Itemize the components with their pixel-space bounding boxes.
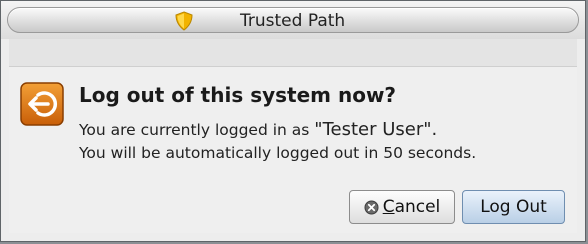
cancel-label: Cancel — [383, 197, 441, 217]
message-line-1: You are currently logged in as "Tester U… — [79, 119, 437, 140]
cancel-label-rest: ancel — [394, 197, 441, 217]
cancel-mnemonic: C — [382, 197, 395, 217]
dialog-window: Trusted Path Log out of this system now?… — [0, 0, 586, 242]
title-bar[interactable]: Trusted Path — [1, 1, 585, 39]
message-line-2: You will be automatically logged out in … — [79, 144, 477, 162]
user-name: "Tester User". — [314, 119, 438, 140]
logout-icon — [20, 82, 64, 126]
cancel-icon — [364, 200, 379, 214]
dialog-heading: Log out of this system now? — [79, 83, 397, 107]
log-out-button[interactable]: Log Out — [462, 190, 565, 224]
window-title: Trusted Path — [240, 11, 346, 31]
title-pill: Trusted Path — [7, 7, 579, 33]
menu-strip — [9, 39, 577, 67]
shield-icon — [175, 11, 193, 31]
dialog-content: Log out of this system now? You are curr… — [9, 67, 577, 233]
message-prefix: You are currently logged in as — [79, 121, 315, 139]
cancel-button[interactable]: Cancel — [349, 190, 455, 224]
